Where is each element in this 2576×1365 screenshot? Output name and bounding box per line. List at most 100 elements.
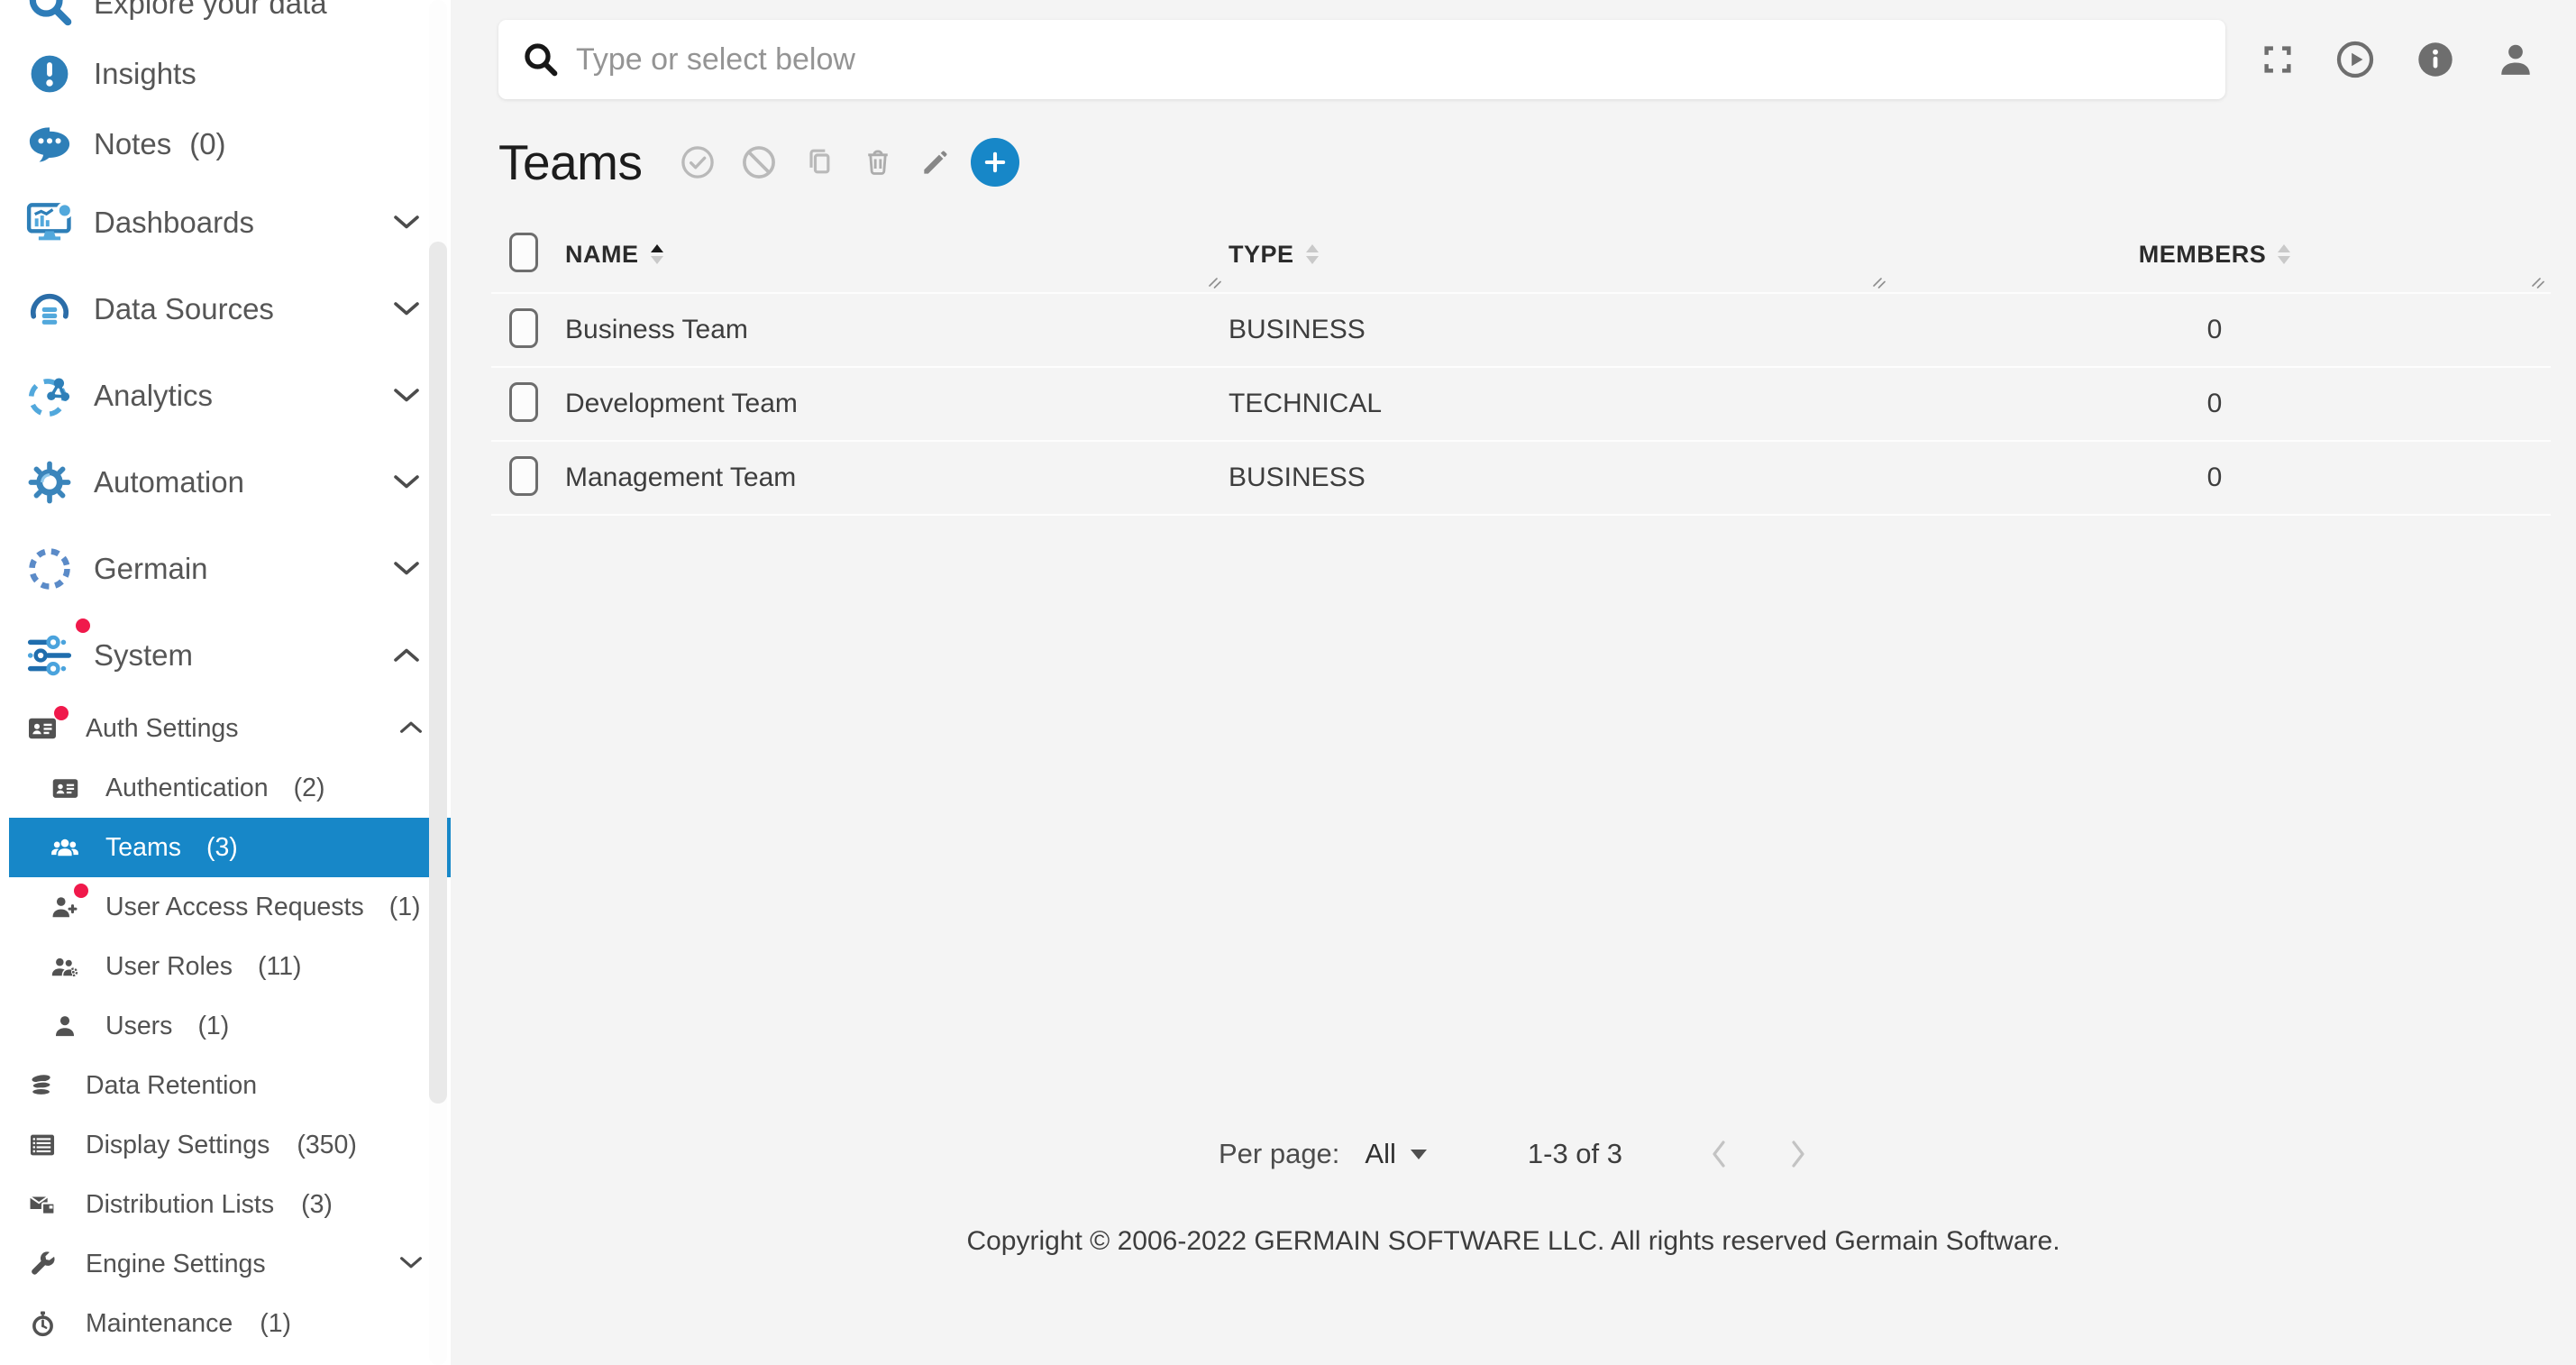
sidebar-item-label: Automation: [94, 465, 244, 499]
sidebar-item-label: Maintenance: [86, 1309, 233, 1339]
search-icon: [23, 0, 76, 30]
sidebar-item-maintenance[interactable]: Maintenance (1): [0, 1294, 441, 1353]
delete-icon[interactable]: [861, 145, 895, 179]
sidebar-item-insights[interactable]: Insights: [0, 39, 438, 109]
previous-page-icon[interactable]: [1709, 1139, 1729, 1169]
column-label: NAME: [565, 241, 639, 269]
pagination: Per page: All 1-3 of 3: [451, 1127, 2576, 1181]
automation-icon: [23, 456, 76, 508]
chevron-up-icon[interactable]: [399, 720, 423, 734]
chevron-up-icon[interactable]: [393, 647, 420, 663]
column-label: MEMBERS: [2139, 241, 2267, 269]
sort-arrows-icon: [651, 244, 663, 265]
sidebar-item-label: Authentication: [105, 774, 269, 803]
sidebar-item-label: Analytics: [94, 379, 213, 413]
sidebar-item-users[interactable]: Users (1): [0, 996, 451, 1056]
sidebar-item-germain[interactable]: Germain: [0, 526, 438, 612]
info-icon[interactable]: [2416, 40, 2455, 79]
sidebar-item-count: (1): [389, 893, 421, 922]
sidebar-item-count: (350): [297, 1131, 357, 1160]
row-checkbox[interactable]: [509, 308, 538, 348]
run-icon[interactable]: [2334, 39, 2376, 80]
sidebar-item-data-sources[interactable]: Data Sources: [0, 266, 438, 353]
chevron-down-icon[interactable]: [393, 561, 420, 576]
sidebar-item-user-access-requests[interactable]: User Access Requests (1): [0, 877, 451, 937]
dropdown-caret-icon: [1411, 1150, 1427, 1159]
stopwatch-icon: [26, 1307, 59, 1340]
team-members-cell: 0: [1878, 389, 2551, 419]
sidebar-item-analytics[interactable]: Analytics: [0, 353, 438, 439]
sidebar-item-system[interactable]: System: [0, 612, 438, 699]
sidebar-item-auth-settings[interactable]: Auth Settings: [0, 699, 441, 758]
sidebar-item-label: System: [94, 638, 193, 673]
column-header-type[interactable]: TYPE: [1229, 216, 1878, 292]
row-checkbox[interactable]: [509, 456, 538, 496]
people-gear-icon: [50, 951, 80, 982]
sidebar-item-automation[interactable]: Automation: [0, 439, 438, 526]
sidebar-item-label: Data Sources: [94, 292, 274, 326]
sidebar-item-label: Engine Settings: [86, 1250, 266, 1279]
search-input[interactable]: [574, 41, 2202, 78]
table-row[interactable]: Development Team TECHNICAL 0: [491, 368, 2551, 442]
add-icon[interactable]: [971, 138, 1019, 187]
search-bar[interactable]: [498, 20, 2225, 99]
search-icon: [522, 41, 560, 78]
sidebar-item-data-retention[interactable]: Data Retention: [0, 1056, 441, 1115]
sidebar-item-user-roles[interactable]: User Roles (11): [0, 937, 451, 996]
sidebar-item-label: Notes: [94, 127, 171, 161]
sort-arrows-icon: [2278, 244, 2290, 265]
sidebar-item-count: (1): [260, 1309, 291, 1339]
sidebar-item-count: (0): [189, 127, 225, 161]
sidebar-item-authentication[interactable]: Authentication (2): [0, 758, 451, 818]
edit-icon[interactable]: [918, 145, 953, 179]
column-resize-handle[interactable]: [1207, 276, 1223, 292]
table-row[interactable]: Management Team BUSINESS 0: [491, 442, 2551, 516]
chevron-down-icon[interactable]: [393, 215, 420, 230]
wrench-icon: [26, 1248, 59, 1280]
team-name-cell: Development Team: [565, 389, 1229, 419]
duplicate-icon[interactable]: [801, 144, 837, 180]
groups-icon: [50, 832, 80, 863]
sidebar-item-label: Distribution Lists: [86, 1190, 274, 1220]
select-all-checkbox[interactable]: [509, 233, 538, 272]
list-icon: [26, 1129, 59, 1161]
sidebar-item-dashboards[interactable]: Dashboards: [0, 179, 438, 266]
sidebar-item-explore-your-data[interactable]: Explore your data: [0, 0, 438, 39]
chevron-down-icon[interactable]: [393, 388, 420, 403]
disable-icon[interactable]: [740, 143, 778, 181]
column-header-members[interactable]: MEMBERS: [1878, 216, 2551, 292]
chevron-down-icon[interactable]: [393, 301, 420, 316]
row-checkbox[interactable]: [509, 382, 538, 422]
per-page-select[interactable]: All: [1365, 1138, 1426, 1170]
sidebar-item-label: Dashboards: [94, 206, 254, 240]
per-page-label: Per page:: [1219, 1138, 1339, 1170]
page-header: Teams: [498, 133, 1019, 191]
sidebar-item-display-settings[interactable]: Display Settings (350): [0, 1115, 441, 1175]
page-title: Teams: [498, 133, 643, 191]
notes-icon: [23, 118, 76, 170]
sidebar-item-label: Teams: [105, 833, 181, 863]
approve-icon[interactable]: [679, 143, 717, 181]
user-icon[interactable]: [2495, 39, 2536, 80]
mail-stack-icon: [26, 1188, 59, 1221]
per-page-value: All: [1365, 1138, 1395, 1170]
sort-arrows-icon: [1306, 244, 1319, 265]
chevron-down-icon[interactable]: [393, 474, 420, 490]
sidebar-item-teams[interactable]: Teams (3): [9, 818, 451, 877]
data-sources-icon: [23, 283, 76, 335]
column-resize-handle[interactable]: [2530, 276, 2546, 292]
sidebar-item-label: Users: [105, 1012, 172, 1041]
sidebar-item-distribution-lists[interactable]: Distribution Lists (3): [0, 1175, 441, 1234]
team-name-cell: Management Team: [565, 463, 1229, 493]
fullscreen-icon[interactable]: [2261, 42, 2295, 77]
chevron-down-icon[interactable]: [399, 1256, 423, 1269]
next-page-icon[interactable]: [1788, 1139, 1808, 1169]
sidebar-item-notes[interactable]: Notes (0): [0, 109, 438, 179]
sidebar-scrollbar[interactable]: [429, 0, 447, 1365]
sidebar-item-engine-settings[interactable]: Engine Settings: [0, 1234, 441, 1294]
sidebar-item-label: Display Settings: [86, 1131, 269, 1160]
sidebar-scrollbar-thumb[interactable]: [429, 242, 447, 1104]
sidebar-nav: Explore your data Insights Notes (0): [0, 0, 415, 1353]
column-header-name[interactable]: NAME: [565, 216, 1229, 292]
table-row[interactable]: Business Team BUSINESS 0: [491, 294, 2551, 368]
